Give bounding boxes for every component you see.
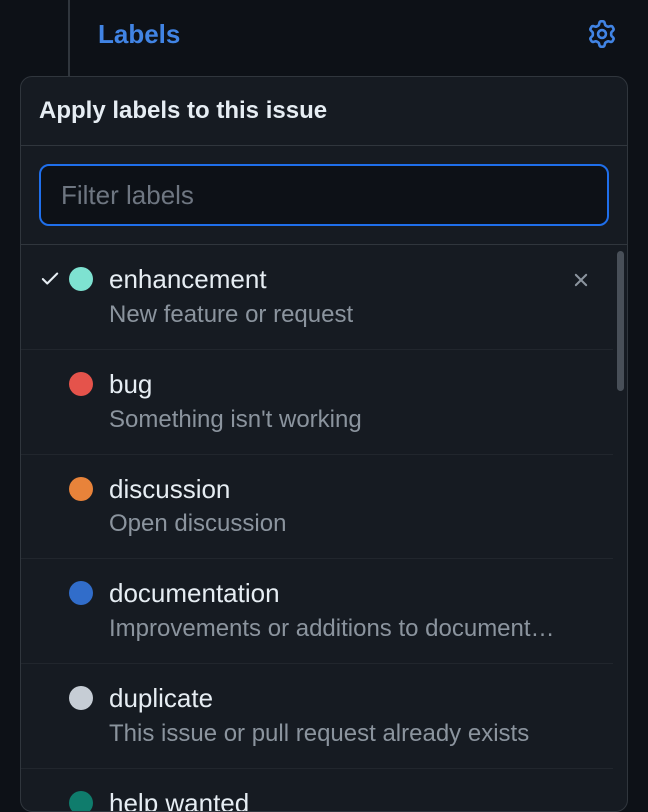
label-text: discussion Open discussion [109, 473, 563, 539]
label-description: Improvements or additions to documentati… [109, 615, 563, 643]
popover-header: Apply labels to this issue [21, 77, 627, 146]
label-name: bug [109, 368, 563, 402]
label-item-help-wanted[interactable]: help wantedExtra attention is needed [21, 769, 613, 811]
scrollbar[interactable] [613, 245, 627, 811]
label-item-duplicate[interactable]: duplicate This issue or pull request alre… [21, 664, 613, 769]
remove-label-button [563, 577, 599, 583]
labels-section-header: Labels [98, 18, 618, 50]
label-item-documentation[interactable]: documentation Improvements or additions t… [21, 559, 613, 664]
label-description: This issue or pull request already exist… [109, 720, 563, 748]
scrollbar-thumb[interactable] [617, 251, 624, 391]
remove-label-button [563, 787, 599, 793]
label-text: bug Something isn't working [109, 368, 563, 434]
label-color-swatch [69, 791, 93, 811]
gear-icon [588, 20, 616, 48]
remove-label-button[interactable] [563, 263, 599, 291]
labels-settings-button[interactable] [586, 18, 618, 50]
label-item-discussion[interactable]: discussion Open discussion [21, 455, 613, 560]
check-icon [35, 682, 65, 686]
label-name: enhancement [109, 263, 563, 297]
label-list: enhancement New feature or request bug Some… [21, 245, 613, 811]
label-name: documentation [109, 577, 563, 611]
label-color-swatch [69, 267, 93, 291]
check-icon [35, 473, 65, 477]
label-text: help wantedExtra attention is needed [109, 787, 563, 811]
check-icon [35, 787, 65, 791]
label-name: discussion [109, 473, 563, 507]
remove-label-button [563, 368, 599, 374]
filter-wrap [21, 146, 627, 245]
label-description: Something isn't working [109, 406, 563, 434]
label-color-swatch [69, 686, 93, 710]
label-color-swatch [69, 581, 93, 605]
labels-popover: Apply labels to this issue enhancement Ne… [20, 76, 628, 812]
check-icon [35, 368, 65, 372]
label-description: New feature or request [109, 301, 563, 329]
label-color-swatch [69, 372, 93, 396]
label-text: documentation Improvements or additions t… [109, 577, 563, 643]
popover-title: Apply labels to this issue [39, 97, 609, 125]
labels-section-title: Labels [98, 19, 180, 50]
label-name: help wanted [109, 787, 563, 811]
remove-label-button [563, 473, 599, 479]
label-name: duplicate [109, 682, 563, 716]
check-icon [35, 263, 65, 289]
label-text: duplicate This issue or pull request alre… [109, 682, 563, 748]
label-color-swatch [69, 477, 93, 501]
label-item-bug[interactable]: bug Something isn't working [21, 350, 613, 455]
check-icon [35, 577, 65, 581]
filter-labels-input[interactable] [39, 164, 609, 226]
label-item-enhancement[interactable]: enhancement New feature or request [21, 245, 613, 350]
label-description: Open discussion [109, 510, 563, 538]
remove-label-button [563, 682, 599, 688]
label-text: enhancement New feature or request [109, 263, 563, 329]
